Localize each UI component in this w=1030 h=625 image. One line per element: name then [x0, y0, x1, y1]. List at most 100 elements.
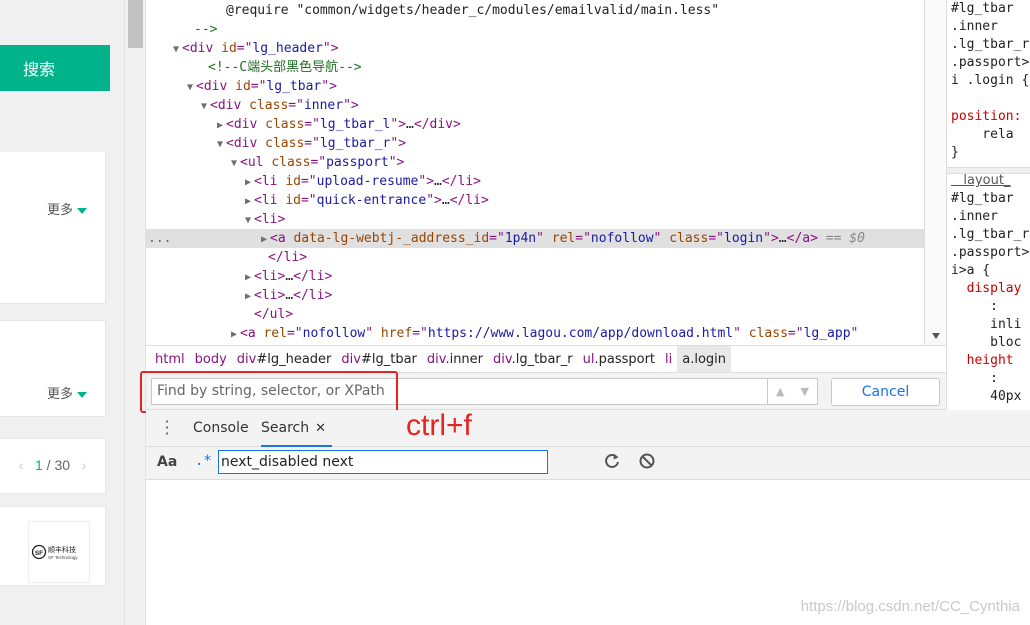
search-input[interactable]: next_disabled next: [218, 450, 548, 474]
code-token: =": [575, 231, 591, 246]
breadcrumb-item[interactable]: div.inner: [422, 346, 488, 373]
code-token: <!--C端头部黑色导航-->: [208, 60, 362, 75]
css-text: :: [951, 371, 998, 386]
collapse-triangle-icon[interactable]: ▼: [198, 97, 210, 116]
dom-node-line[interactable]: </ul>: [146, 305, 924, 324]
collapse-triangle-icon[interactable]: ▼: [170, 40, 182, 59]
scroll-down-icon[interactable]: [932, 333, 940, 339]
breadcrumb-item[interactable]: div#lg_tbar: [336, 346, 421, 373]
dom-breadcrumb: html body div#lg_header div#lg_tbar div.inne…: [146, 345, 946, 373]
dom-node-line[interactable]: </li>: [146, 248, 924, 267]
code-token: ">: [321, 79, 337, 94]
code-token: id: [235, 79, 251, 94]
breadcrumb-item[interactable]: body: [190, 346, 232, 373]
code-token: <div: [196, 79, 236, 94]
css-text: inli: [951, 317, 1022, 332]
breadcrumb-item[interactable]: ul.passport: [578, 346, 660, 373]
highlight-annotation-box: [140, 371, 398, 413]
code-token: =": [288, 98, 304, 113]
code-token: quick-entrance: [316, 193, 427, 208]
code-token: == $0: [817, 231, 865, 246]
clear-icon[interactable]: [638, 452, 656, 470]
more-menu-icon[interactable]: · · ·: [162, 414, 172, 442]
dom-node-line[interactable]: ▼ <div id="lg_header">: [146, 39, 924, 58]
expand-triangle-icon[interactable]: ▶: [214, 116, 226, 135]
css-property: height: [951, 353, 1014, 368]
next-page-icon[interactable]: ›: [82, 457, 87, 473]
dom-node-line[interactable]: ▶ <li id="upload-resume">…</li>: [146, 172, 924, 191]
css-text: .passport>: [951, 245, 1030, 260]
code-token: rel: [551, 231, 576, 246]
dom-node-line[interactable]: ▼ <li>: [146, 210, 924, 229]
code-token: </a>: [786, 231, 818, 246]
code-token: ">: [343, 98, 359, 113]
expand-triangle-icon[interactable]: ▶: [228, 325, 240, 344]
css-text: bloc: [951, 335, 1022, 350]
caret-down-icon: [77, 391, 87, 398]
node-actions-icon[interactable]: ...: [148, 229, 171, 248]
code-token: <li>: [254, 212, 286, 227]
code-token: =": [286, 326, 303, 341]
dom-node-line[interactable]: <!--C端头部黑色导航-->: [146, 58, 924, 77]
code-token: ">: [418, 174, 435, 189]
code-token: id: [285, 193, 301, 208]
breadcrumb-item[interactable]: div.lg_tbar_r: [488, 346, 578, 373]
dom-node-line[interactable]: ▼ <div id="lg_tbar">: [146, 77, 924, 96]
refresh-icon[interactable]: [603, 452, 621, 470]
scrollbar-thumb[interactable]: [128, 0, 143, 48]
dom-node-line[interactable]: -->: [146, 20, 924, 39]
tab-console[interactable]: Console: [193, 410, 249, 447]
match-case-toggle[interactable]: Aa: [157, 454, 177, 470]
dom-node-line[interactable]: ▶ <a rel="nofollow" href="https://www.lag…: [146, 324, 924, 343]
close-tab-icon[interactable]: ✕: [315, 421, 326, 436]
code-token: =": [300, 174, 317, 189]
dom-node-line[interactable]: ▼ <div class="inner">: [146, 96, 924, 115]
elements-tree[interactable]: @require "common/widgets/header_c/module…: [146, 0, 924, 345]
find-next-icon[interactable]: ▼: [793, 379, 818, 404]
collapse-triangle-icon[interactable]: ▼: [184, 78, 196, 97]
dom-node-line[interactable]: ▼ <div class="lg_tbar_r">: [146, 134, 924, 153]
prev-page-icon[interactable]: ‹: [19, 457, 24, 473]
stylesheet-link[interactable]: layout_: [951, 172, 1010, 190]
expand-triangle-icon[interactable]: ▶: [242, 268, 254, 287]
collapse-triangle-icon[interactable]: ▼: [228, 154, 240, 173]
regex-toggle[interactable]: .*: [195, 453, 212, 469]
expand-triangle-icon[interactable]: ▶: [242, 173, 254, 192]
sf-technology-logo[interactable]: SF 顺丰科技 SF Technology: [28, 521, 90, 583]
breadcrumb-item[interactable]: html: [150, 346, 190, 373]
search-button[interactable]: 搜索: [0, 45, 110, 91]
cancel-button[interactable]: Cancel: [831, 378, 940, 406]
dom-node-line[interactable]: @require "common/widgets/header_c/module…: [146, 1, 924, 20]
breadcrumb-item[interactable]: a.login: [677, 345, 732, 373]
dom-node-line[interactable]: ▶ <li>…</li>: [146, 286, 924, 305]
dom-node-line[interactable]: ▼ <ul class="passport">: [146, 153, 924, 172]
code-token: ">: [390, 136, 407, 151]
collapse-triangle-icon[interactable]: ▼: [214, 135, 226, 154]
breadcrumb-item[interactable]: div#lg_header: [232, 346, 337, 373]
more-link[interactable]: 更多: [47, 383, 87, 402]
code-token: ">: [322, 41, 339, 56]
dom-node-line[interactable]: ▶ <li>…</li>: [146, 267, 924, 286]
code-token: …: [434, 174, 442, 189]
find-prev-icon[interactable]: ▲: [768, 379, 793, 404]
more-link[interactable]: 更多: [47, 199, 87, 218]
breadcrumb-item[interactable]: li: [660, 346, 677, 373]
webpage-content: 搜索 更多 更多 ‹ 1 / 30 › SF 顺丰科技 SF Technolog…: [0, 0, 124, 625]
page-scrollbar[interactable]: [124, 0, 146, 625]
tab-search[interactable]: Search ✕: [261, 410, 333, 447]
expand-triangle-icon[interactable]: ▶: [242, 192, 254, 211]
code-token: lg_app: [803, 326, 851, 341]
collapse-triangle-icon[interactable]: ▼: [242, 211, 254, 230]
code-token: inner: [303, 98, 344, 113]
elements-scrollbar[interactable]: [924, 0, 946, 345]
expand-triangle-icon[interactable]: ▶: [258, 230, 270, 249]
code-token: ">: [426, 193, 442, 208]
expand-triangle-icon[interactable]: ▶: [242, 287, 254, 306]
code-token: ">: [390, 117, 407, 132]
code-token: <li>: [254, 269, 286, 284]
dom-node-line[interactable]: ... ▶ <a data-lg-webtj-_address_id="1p4n" …: [146, 229, 924, 248]
dom-node-line[interactable]: ▶ <div class="lg_tbar_l">…</div>: [146, 115, 924, 134]
code-token: class: [249, 98, 289, 113]
dom-node-line[interactable]: ▶ <li id="quick-entrance">…</li>: [146, 191, 924, 210]
css-text: i>a {: [951, 263, 991, 278]
